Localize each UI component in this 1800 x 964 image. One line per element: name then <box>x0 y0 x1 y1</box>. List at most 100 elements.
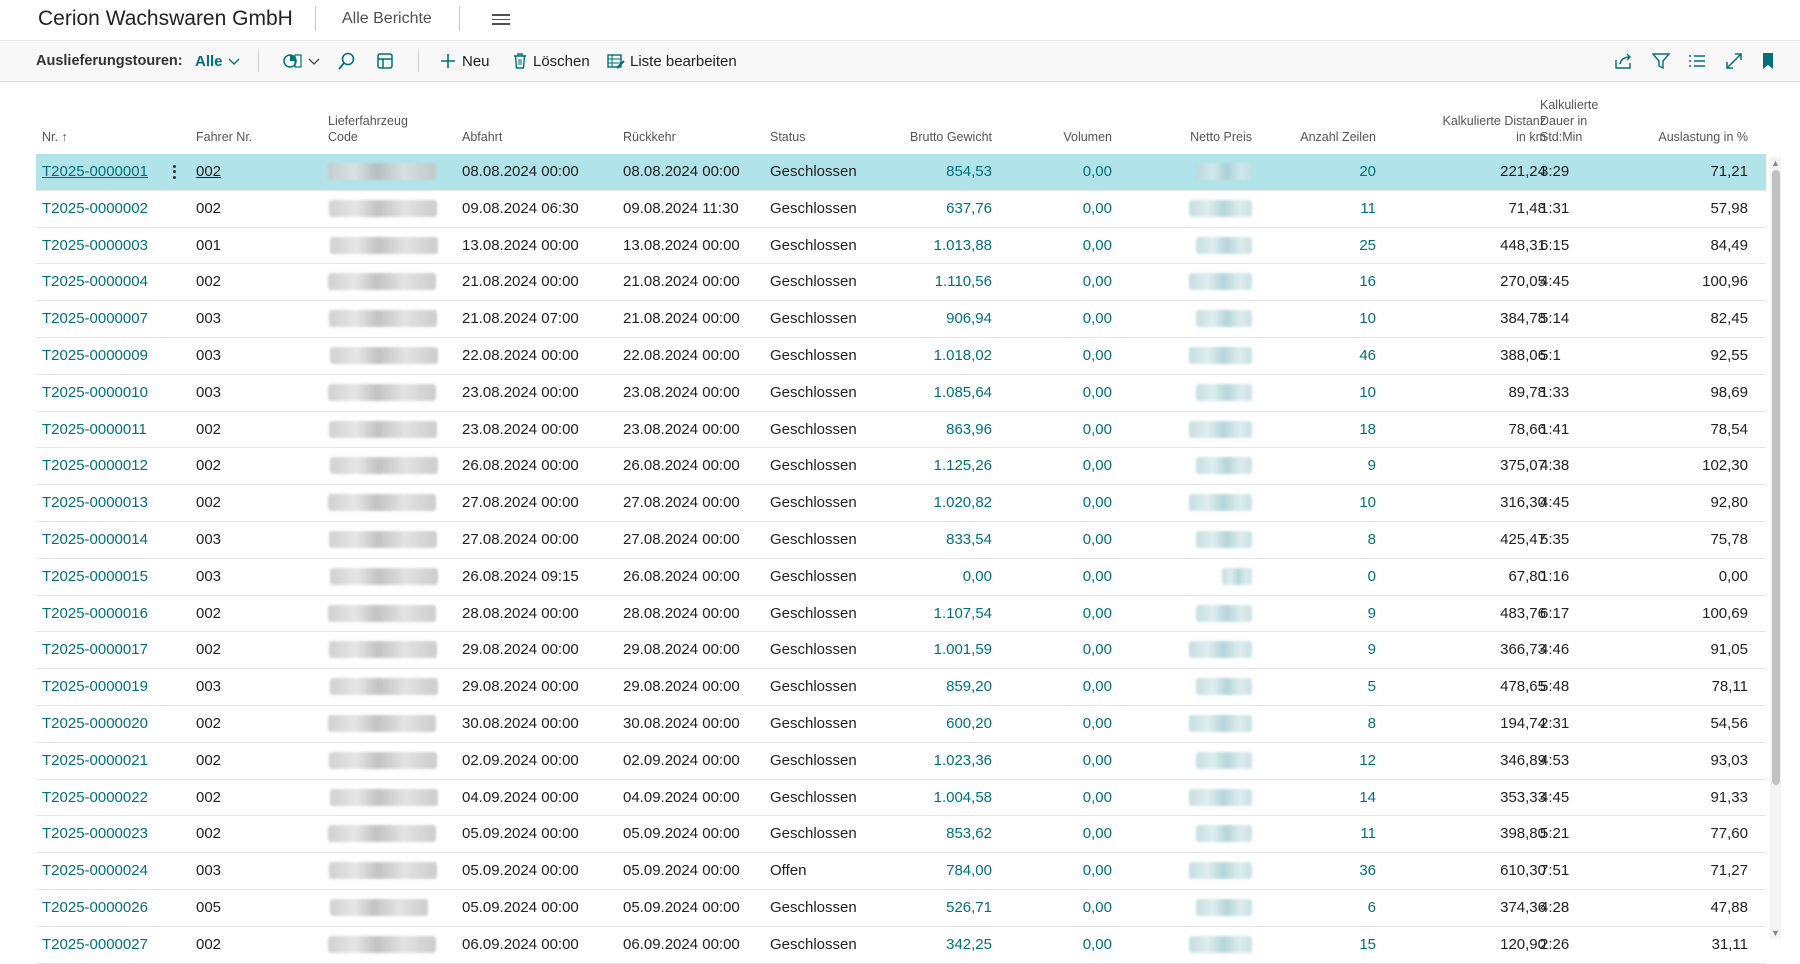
line-count-value[interactable]: 6 <box>1266 890 1376 926</box>
gross-weight-value[interactable]: 1.125,26 <box>866 448 992 484</box>
line-count-value[interactable]: 9 <box>1266 632 1376 668</box>
tour-number-link[interactable]: T2025-0000007 <box>42 301 148 337</box>
line-count-value[interactable]: 10 <box>1266 375 1376 411</box>
filter-dropdown[interactable]: Alle <box>195 41 241 81</box>
volume-value[interactable]: 0,00 <box>1016 264 1112 300</box>
analysis-mode-button[interactable] <box>282 41 321 81</box>
col-header-nr[interactable]: Nr. ↑ <box>42 129 68 145</box>
table-row[interactable]: T2025-0000017 002 29.08.2024 00:00 29.08.20… <box>36 632 1766 670</box>
driver-number[interactable]: 002 <box>196 485 221 521</box>
gross-weight-value[interactable]: 1.110,56 <box>866 264 992 300</box>
tour-number-link[interactable]: T2025-0000009 <box>42 338 148 374</box>
gross-weight-value[interactable]: 1.004,58 <box>866 780 992 816</box>
volume-value[interactable]: 0,00 <box>1016 706 1112 742</box>
gross-weight-value[interactable]: 1.013,88 <box>866 228 992 264</box>
line-count-value[interactable]: 10 <box>1266 485 1376 521</box>
layout-button[interactable] <box>376 41 394 81</box>
driver-number[interactable]: 002 <box>196 448 221 484</box>
driver-number[interactable]: 003 <box>196 338 221 374</box>
tour-number-link[interactable]: T2025-0000020 <box>42 706 148 742</box>
gross-weight-value[interactable]: 0,00 <box>866 559 992 595</box>
gross-weight-value[interactable]: 1.107,54 <box>866 596 992 632</box>
table-row[interactable]: T2025-0000027 002 06.09.2024 00:00 06.09.20… <box>36 927 1766 964</box>
line-count-value[interactable]: 25 <box>1266 228 1376 264</box>
line-count-value[interactable]: 10 <box>1266 301 1376 337</box>
line-count-value[interactable]: 11 <box>1266 816 1376 852</box>
col-header-vehicle[interactable]: Lieferfahrzeug Code <box>328 113 408 145</box>
tour-number-link[interactable]: T2025-0000002 <box>42 191 148 227</box>
tour-number-link[interactable]: T2025-0000017 <box>42 632 148 668</box>
gross-weight-value[interactable]: 1.020,82 <box>866 485 992 521</box>
volume-value[interactable]: 0,00 <box>1016 743 1112 779</box>
tour-number-link[interactable]: T2025-0000011 <box>42 412 147 448</box>
tour-number-link[interactable]: T2025-0000023 <box>42 816 148 852</box>
col-header-utilization[interactable]: Auslastung in % <box>1636 129 1748 145</box>
volume-value[interactable]: 0,00 <box>1016 154 1112 190</box>
scroll-up-arrow[interactable]: ▲ <box>1770 158 1781 168</box>
volume-value[interactable]: 0,00 <box>1016 412 1112 448</box>
table-row[interactable]: T2025-0000004 002 21.08.2024 00:00 21.08.20… <box>36 264 1766 302</box>
line-count-value[interactable]: 20 <box>1266 154 1376 190</box>
gross-weight-value[interactable]: 833,54 <box>866 522 992 558</box>
volume-value[interactable]: 0,00 <box>1016 927 1112 963</box>
line-count-value[interactable]: 9 <box>1266 448 1376 484</box>
volume-value[interactable]: 0,00 <box>1016 890 1112 926</box>
table-row[interactable]: T2025-0000010 003 23.08.2024 00:00 23.08.20… <box>36 375 1766 412</box>
driver-number[interactable]: 002 <box>196 264 221 300</box>
volume-value[interactable]: 0,00 <box>1016 853 1112 889</box>
table-row[interactable]: T2025-0000012 002 26.08.2024 00:00 26.08.20… <box>36 448 1766 486</box>
tour-number-link[interactable]: T2025-0000022 <box>42 780 148 816</box>
volume-value[interactable]: 0,00 <box>1016 522 1112 558</box>
volume-value[interactable]: 0,00 <box>1016 559 1112 595</box>
table-row[interactable]: T2025-0000003 001 13.08.2024 00:00 13.08.20… <box>36 228 1766 265</box>
table-row[interactable]: T2025-0000021 002 02.09.2024 00:00 02.09.20… <box>36 743 1766 780</box>
driver-number[interactable]: 003 <box>196 559 221 595</box>
gross-weight-value[interactable]: 859,20 <box>866 669 992 705</box>
col-header-gross-weight[interactable]: Brutto Gewicht <box>866 129 992 145</box>
volume-value[interactable]: 0,00 <box>1016 780 1112 816</box>
expand-button[interactable] <box>1725 41 1743 81</box>
driver-number[interactable]: 002 <box>196 191 221 227</box>
table-row[interactable]: T2025-0000007 003 21.08.2024 07:00 21.08.20… <box>36 301 1766 338</box>
share-button[interactable] <box>1614 41 1634 81</box>
tour-number-link[interactable]: T2025-0000027 <box>42 927 148 963</box>
gross-weight-value[interactable]: 637,76 <box>866 191 992 227</box>
driver-number[interactable]: 002 <box>196 632 221 668</box>
driver-number[interactable]: 003 <box>196 853 221 889</box>
line-count-value[interactable]: 15 <box>1266 927 1376 963</box>
table-row[interactable]: T2025-0000026 005 05.09.2024 00:00 05.09.20… <box>36 890 1766 927</box>
table-row[interactable]: T2025-0000014 003 27.08.2024 00:00 27.08.20… <box>36 522 1766 559</box>
col-header-driver[interactable]: Fahrer Nr. <box>196 129 252 145</box>
driver-number[interactable]: 002 <box>196 154 221 190</box>
table-row[interactable]: T2025-0000016 002 28.08.2024 00:00 28.08.20… <box>36 596 1766 633</box>
line-count-value[interactable]: 11 <box>1266 191 1376 227</box>
line-count-value[interactable]: 8 <box>1266 706 1376 742</box>
tour-number-link[interactable]: T2025-0000003 <box>42 228 148 264</box>
line-count-value[interactable]: 12 <box>1266 743 1376 779</box>
scroll-down-arrow[interactable]: ▼ <box>1770 928 1781 938</box>
gross-weight-value[interactable]: 784,00 <box>866 853 992 889</box>
volume-value[interactable]: 0,00 <box>1016 448 1112 484</box>
table-row[interactable]: T2025-0000011 002 23.08.2024 00:00 23.08.20… <box>36 412 1766 449</box>
filter-pane-button[interactable] <box>1652 41 1670 81</box>
gross-weight-value[interactable]: 526,71 <box>866 890 992 926</box>
gross-weight-value[interactable]: 853,62 <box>866 816 992 852</box>
table-row[interactable]: T2025-0000019 003 29.08.2024 00:00 29.08.20… <box>36 669 1766 706</box>
volume-value[interactable]: 0,00 <box>1016 596 1112 632</box>
gross-weight-value[interactable]: 863,96 <box>866 412 992 448</box>
volume-value[interactable]: 0,00 <box>1016 375 1112 411</box>
col-header-departure[interactable]: Abfahrt <box>462 129 502 145</box>
tour-number-link[interactable]: T2025-0000024 <box>42 853 148 889</box>
line-count-value[interactable]: 16 <box>1266 264 1376 300</box>
col-header-lines[interactable]: Anzahl Zeilen <box>1266 129 1376 145</box>
driver-number[interactable]: 002 <box>196 706 221 742</box>
volume-value[interactable]: 0,00 <box>1016 301 1112 337</box>
table-row[interactable]: T2025-0000013 002 27.08.2024 00:00 27.08.20… <box>36 485 1766 522</box>
gross-weight-value[interactable]: 1.085,64 <box>866 375 992 411</box>
gross-weight-value[interactable]: 1.018,02 <box>866 338 992 374</box>
line-count-value[interactable]: 36 <box>1266 853 1376 889</box>
driver-number[interactable]: 001 <box>196 228 221 264</box>
table-row[interactable]: T2025-0000020 002 30.08.2024 00:00 30.08.20… <box>36 706 1766 743</box>
edit-list-button[interactable]: Liste bearbeiten <box>607 41 737 81</box>
table-row[interactable]: T2025-0000024 003 05.09.2024 00:00 05.09.20… <box>36 853 1766 890</box>
